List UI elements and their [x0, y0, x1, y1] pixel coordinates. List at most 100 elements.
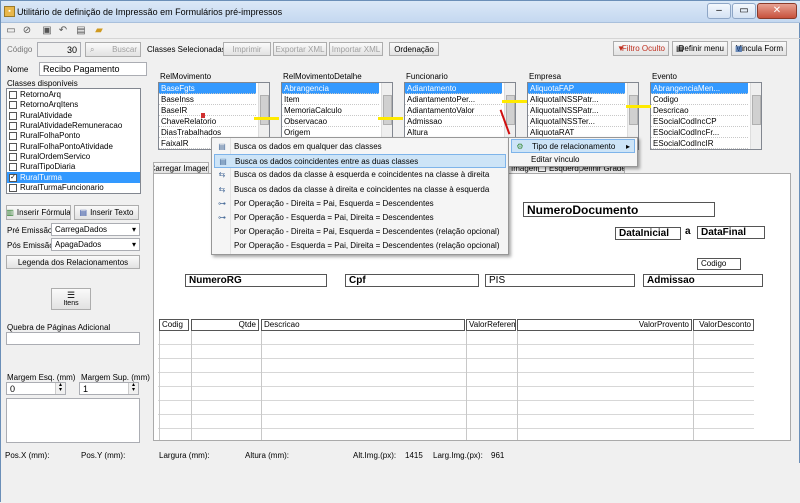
class-field-list[interactable]: AbrangenciaMen... Codigo Descricao ESocialC… — [650, 82, 762, 150]
define-menu-button[interactable]: ▤ Definir menu — [672, 41, 728, 56]
class-checkbox[interactable] — [9, 91, 17, 100]
class-field-item[interactable]: AliquotaINSSPatr... — [528, 94, 625, 105]
relation-menu-item[interactable]: ⇆ Busca os dados da classe à esquerda e c… — [214, 168, 506, 182]
new-icon[interactable]: ▭ — [5, 25, 17, 37]
grid-row[interactable] — [158, 373, 754, 387]
relation-menu-item[interactable]: ⊶ Por Operação - Esquerda = Pai, Direita … — [214, 211, 506, 225]
class-box-title[interactable]: Funcionario — [404, 72, 516, 82]
class-field-item[interactable]: ChaveRelatorio — [159, 116, 256, 127]
class-field-item[interactable]: AliquotaFAP — [528, 83, 625, 94]
top-margin-input[interactable]: 1 ▴ ▾ — [79, 382, 139, 395]
relation-menu-item[interactable]: Por Operação - Esquerda = Pai, Direita =… — [214, 239, 506, 253]
grid-column-header[interactable]: Codig — [159, 319, 189, 331]
class-checkbox[interactable] — [9, 132, 17, 141]
class-field-item[interactable]: MemoriaCalculo — [282, 105, 379, 116]
class-field-item[interactable]: AliquotaINSSPatr... — [528, 105, 625, 116]
class-field-item[interactable]: Descricao — [651, 105, 748, 116]
available-class-item[interactable]: RetornoArq — [7, 90, 140, 100]
link-connector-1[interactable] — [254, 117, 279, 120]
class-field-item[interactable]: Item — [282, 94, 379, 105]
relation-menu-item[interactable]: ⇆ Busca os dados da classe à direita e co… — [214, 183, 506, 197]
search-button[interactable]: ⌕ Buscar — [85, 42, 141, 57]
items-button[interactable]: ☰ Itens — [51, 288, 91, 310]
top-margin-spinner[interactable]: ▴ ▾ — [128, 383, 138, 394]
class-field-item[interactable]: Codigo — [651, 94, 748, 105]
field-numero-documento[interactable]: NumeroDocumento — [523, 202, 715, 217]
class-field-item[interactable]: BaseInss — [159, 94, 256, 105]
grid-row[interactable] — [158, 359, 754, 373]
insert-text-button[interactable]: ▤ Inserir Texto — [74, 205, 139, 220]
scrollbar-thumb[interactable] — [383, 95, 392, 125]
left-margin-input[interactable]: 0 ▴ ▾ — [6, 382, 66, 395]
save-icon[interactable]: ▣ — [41, 25, 53, 37]
relation-menu-item[interactable]: Por Operação - Direita = Pai, Esquerda =… — [214, 225, 506, 239]
class-field-item[interactable]: ESocialCodIncFr... — [651, 127, 748, 138]
available-class-item[interactable]: ✓ RuralTurma — [7, 172, 140, 183]
field-cpf[interactable]: Cpf — [345, 274, 479, 287]
ordering-button[interactable]: Ordenação — [389, 42, 439, 56]
class-field-item[interactable]: Adiantamento — [405, 83, 502, 94]
class-field-item[interactable]: AbrangenciaMen... — [651, 83, 748, 94]
scrollbar-thumb[interactable] — [260, 95, 269, 125]
name-input[interactable]: Recibo Pagamento — [39, 62, 147, 76]
available-class-item[interactable]: RuralAtividadeRemuneracao — [7, 121, 140, 131]
available-classes-list[interactable]: RetornoArq RetornoArqItens RuralAtividade R… — [6, 88, 141, 194]
close-button[interactable]: ✕ — [757, 3, 797, 19]
edit-link-menu-item[interactable]: Editar vínculo — [511, 153, 635, 167]
class-list-scrollbar[interactable] — [750, 83, 761, 149]
class-box-title[interactable]: Empresa — [527, 72, 639, 82]
code-input[interactable]: 30 — [37, 42, 81, 57]
field-codigo[interactable]: Codigo — [697, 258, 741, 270]
available-class-item[interactable]: RuralFolhaPontoAtividade — [7, 141, 140, 151]
grid-column-header[interactable]: Qtde — [191, 319, 259, 331]
grid-row[interactable] — [158, 331, 754, 345]
available-class-item[interactable]: RuralTipoDiaria — [7, 162, 140, 172]
grid-row[interactable] — [158, 401, 754, 415]
field-numero-rg[interactable]: NumeroRG — [185, 274, 327, 287]
relation-type-menu-item[interactable]: ⚙ Tipo de relacionamento ▸ — [511, 139, 635, 153]
post-emission-select[interactable]: ApagaDados — [51, 238, 140, 251]
class-checkbox[interactable] — [9, 163, 17, 172]
class-checkbox[interactable] — [9, 122, 17, 131]
minimize-button[interactable]: – — [707, 3, 731, 19]
available-class-item[interactable]: RetornoArqItens — [7, 100, 140, 110]
grid-column-header[interactable]: ValorDesconto — [693, 319, 754, 331]
relation-menu-item[interactable]: ▤ Busca os dados coincidentes entre as du… — [214, 154, 506, 169]
notes-area[interactable] — [6, 398, 140, 443]
class-checkbox[interactable] — [9, 152, 17, 161]
class-checkbox[interactable] — [9, 183, 17, 192]
class-field-item[interactable]: AliquotaINSSTer... — [528, 116, 625, 127]
grid-column-header[interactable]: Descricao — [261, 319, 465, 331]
class-checkbox[interactable]: ✓ — [9, 173, 17, 182]
relation-menu-item[interactable]: ⊶ Por Operação - Direita = Pai, Esquerda … — [214, 197, 506, 211]
print-button[interactable]: Imprimir — [223, 42, 271, 56]
insert-formula-button[interactable]: ▥ Inserir Fórmula — [6, 205, 71, 220]
folder-icon[interactable]: ▰ — [93, 25, 105, 37]
field-pis[interactable]: PIS — [485, 274, 635, 287]
left-margin-spinner[interactable]: ▴ ▾ — [55, 383, 65, 394]
field-data-inicial[interactable]: DataInicial — [615, 227, 681, 240]
cancel-icon[interactable]: ⊘ — [21, 25, 33, 37]
scrollbar-thumb[interactable] — [629, 95, 638, 125]
class-field-item[interactable]: BaseIR — [159, 105, 256, 116]
class-box-title[interactable]: RelMovimentoDetalhe — [281, 72, 393, 82]
class-field-item[interactable]: AdiantamentoValor — [405, 105, 502, 116]
class-box-title[interactable]: RelMovimento — [158, 72, 270, 82]
grid-row[interactable] — [158, 415, 754, 429]
class-field-item[interactable]: Observacao — [282, 116, 379, 127]
field-data-final[interactable]: DataFinal — [697, 226, 765, 239]
class-field-item[interactable]: AdiantamentoPer... — [405, 94, 502, 105]
class-field-item[interactable]: ESocialCodIncIR — [651, 138, 748, 149]
link-form-button[interactable]: ▦ Vincula Form — [731, 41, 787, 56]
relations-legend-button[interactable]: Legenda dos Relacionamentos — [6, 255, 140, 269]
import-xml-button[interactable]: Importar XML — [329, 42, 383, 56]
available-class-item[interactable]: RuralFolhaPonto — [7, 131, 140, 141]
class-box-title[interactable]: Evento — [650, 72, 762, 82]
class-field-item[interactable]: ESocialCodIncCP — [651, 116, 748, 127]
grid-row[interactable] — [158, 345, 754, 359]
preview-icon[interactable]: ▤ — [75, 25, 87, 37]
grid-column-header[interactable]: ValorReferen — [466, 319, 516, 331]
grid-row[interactable] — [158, 429, 754, 440]
link-connector-2[interactable] — [378, 117, 403, 120]
export-xml-button[interactable]: Exportar XML — [273, 42, 327, 56]
